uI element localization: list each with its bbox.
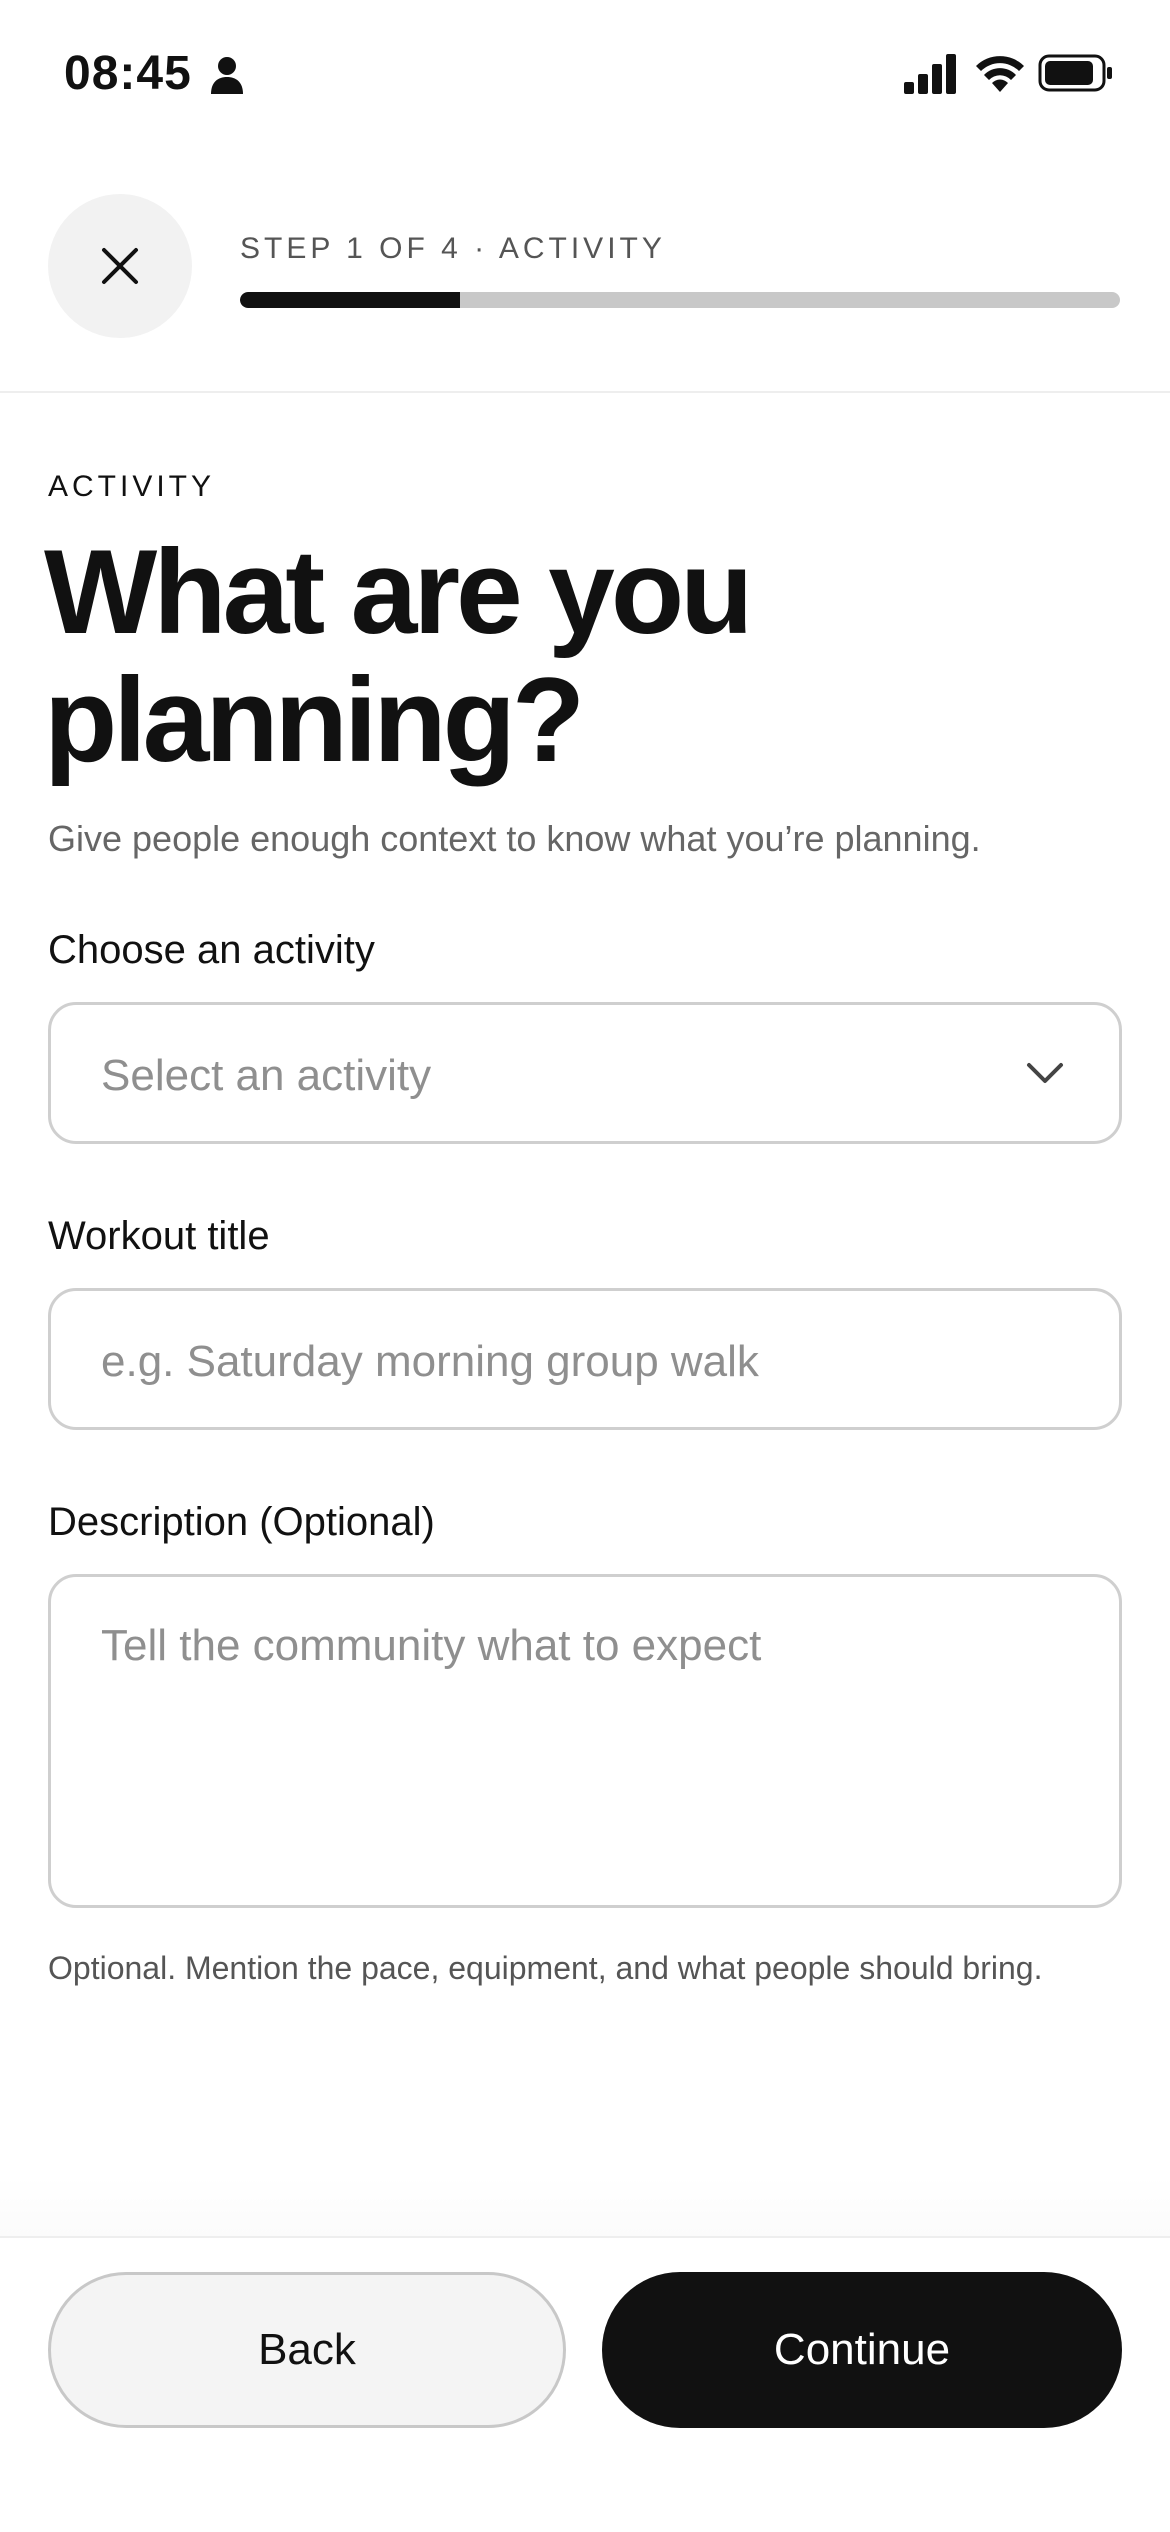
workout-title-input[interactable]: e.g. Saturday morning group walk [48,1288,1122,1430]
description-helper-text: Optional. Mention the pace, equipment, a… [48,1950,1043,1986]
description-placeholder: Tell the community what to expect [101,1621,762,1670]
status-time: 08:45 [64,47,192,100]
progress-fill [240,292,460,308]
battery-icon [1038,54,1112,92]
bottom-fade [0,2176,1170,2236]
progress-bar [240,292,1120,308]
close-button[interactable] [48,194,192,338]
signal-icon [904,54,956,94]
continue-button[interactable]: Continue [602,2272,1122,2428]
step-label: STEP 1 OF 4 · ACTIVITY [240,232,666,265]
activity-select-placeholder: Select an activity [101,1051,432,1100]
section-eyebrow: ACTIVITY [48,470,216,503]
description-label: Description (Optional) [48,1500,435,1544]
activity-select[interactable]: Select an activity [48,1002,1122,1144]
wifi-icon [976,56,1024,92]
chevron-down-icon [1027,1063,1063,1083]
close-icon [102,248,138,284]
description-textarea[interactable]: Tell the community what to expect [48,1574,1122,1908]
activity-label: Choose an activity [48,928,375,972]
back-button[interactable]: Back [48,2272,566,2428]
page-subtitle: Give people enough context to know what … [48,818,981,859]
page-title: What are you planning? [44,525,753,787]
status-bar: 08:45 [0,0,1170,150]
workout-title-label: Workout title [48,1214,270,1258]
header-divider [0,391,1170,393]
workout-title-placeholder: e.g. Saturday morning group walk [101,1337,759,1386]
person-icon [211,57,243,94]
